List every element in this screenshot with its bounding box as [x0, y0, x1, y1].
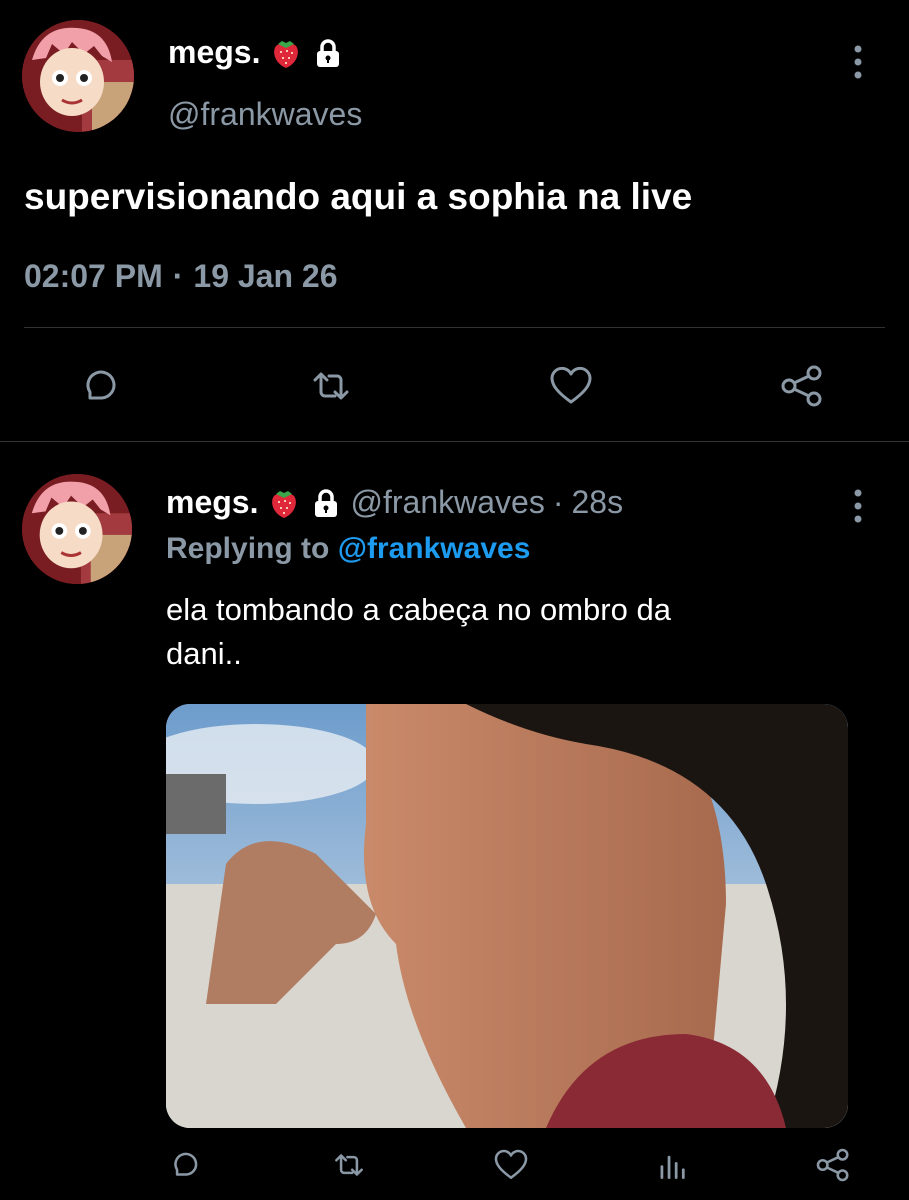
reply-display-name[interactable]: megs. — [166, 484, 258, 521]
display-name[interactable]: megs. — [168, 34, 260, 71]
divider — [24, 327, 885, 328]
reply-user-handle[interactable]: @frankwaves — [350, 484, 544, 521]
tweet-date[interactable]: 19 Jan 26 — [193, 258, 337, 295]
reply-icon[interactable] — [166, 1146, 204, 1184]
user-handle[interactable]: @frankwaves — [168, 96, 362, 133]
more-vertical-icon[interactable] — [851, 44, 865, 80]
heart-icon[interactable] — [492, 1146, 530, 1184]
avatar[interactable] — [22, 20, 134, 132]
share-icon[interactable] — [814, 1146, 852, 1184]
retweet-icon[interactable] — [330, 1146, 368, 1184]
meta-separator: · — [172, 258, 184, 294]
retweet-icon[interactable] — [307, 362, 355, 410]
tweet-text: supervisionando aqui a sophia na live — [24, 176, 693, 217]
reply-icon[interactable] — [76, 362, 124, 410]
replying-prefix: Replying to — [166, 532, 330, 565]
more-vertical-icon[interactable] — [851, 488, 865, 524]
meta-separator: · — [552, 484, 564, 520]
lock-icon — [312, 37, 344, 69]
heart-icon[interactable] — [547, 362, 595, 410]
replying-mention[interactable]: @frankwaves — [338, 532, 531, 565]
reply-text: ela tombando a cabeça no ombro da dani.. — [166, 588, 671, 676]
tweet-media-photo[interactable] — [166, 704, 848, 1128]
reply-avatar[interactable] — [22, 474, 132, 584]
share-icon[interactable] — [778, 362, 826, 410]
reply-text-line: dani.. — [166, 636, 242, 671]
reply-text-line: ela tombando a cabeça no ombro da — [166, 592, 671, 627]
lock-icon — [310, 487, 342, 519]
strawberry-icon — [266, 485, 302, 521]
analytics-icon[interactable] — [654, 1146, 692, 1184]
replying-to-line: Replying to @frankwaves — [166, 532, 530, 566]
section-divider — [0, 441, 909, 442]
strawberry-icon — [268, 35, 304, 71]
reply-time[interactable]: 28s — [571, 484, 623, 521]
tweet-time[interactable]: 02:07 PM — [24, 258, 163, 295]
